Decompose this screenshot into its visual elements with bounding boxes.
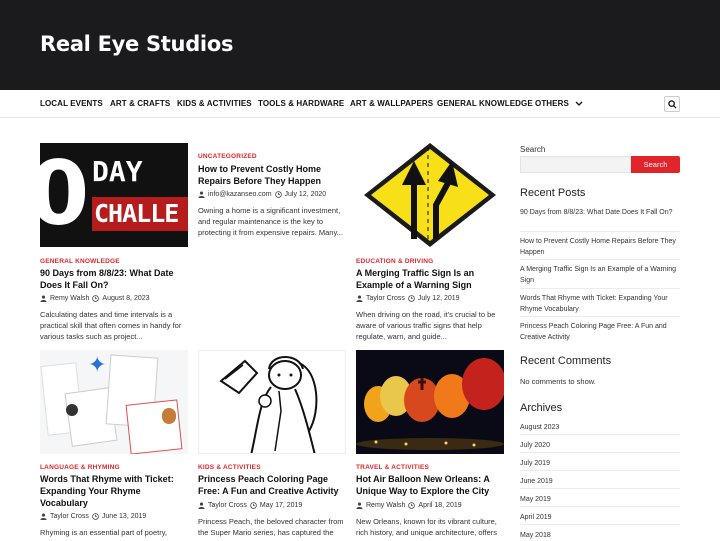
nav-item-others[interactable]: OTHERS — [535, 99, 583, 108]
post-date[interactable]: August 8, 2023 — [102, 295, 149, 302]
post-meta: info@kazanseo.com July 12, 2020 — [198, 191, 326, 198]
post-excerpt: Princess Peach, the beloved character fr… — [198, 517, 344, 537]
post-excerpt: When driving on the road, it's crucial t… — [356, 310, 496, 341]
archive-link[interactable]: May 2018 — [520, 530, 680, 541]
post-date[interactable]: July 12, 2019 — [418, 295, 460, 302]
post-meta: Remy Walsh August 8, 2023 — [40, 295, 150, 302]
post-thumbnail[interactable] — [198, 350, 346, 454]
clock-icon — [92, 513, 99, 520]
search-icon — [667, 99, 677, 109]
user-icon — [356, 295, 363, 302]
post-title[interactable]: 90 Days from 8/8/23: What Date Does It F… — [40, 267, 190, 291]
post-author[interactable]: Remy Walsh — [366, 502, 405, 509]
post-date[interactable]: July 12, 2020 — [285, 191, 327, 198]
clock-icon — [250, 502, 257, 509]
user-icon — [198, 502, 205, 509]
post-category[interactable]: LANGUAGE & RHYMING — [40, 464, 120, 471]
site-header: Real Eye Studios — [0, 0, 720, 90]
star-icon: ✦ — [88, 352, 107, 377]
main-navigation: LOCAL EVENTS ART & CRAFTS KIDS & ACTIVIT… — [0, 90, 720, 118]
post-date[interactable]: June 13, 2019 — [102, 513, 146, 520]
recent-post-link[interactable]: Words That Rhyme with Ticket: Expanding … — [520, 293, 680, 315]
post-title[interactable]: Princess Peach Coloring Page Free: A Fun… — [198, 473, 348, 497]
archive-link[interactable]: May 2019 — [520, 494, 680, 505]
user-icon — [40, 295, 47, 302]
thumb-challenge: CHALLE — [94, 199, 179, 228]
user-icon — [198, 191, 205, 198]
archive-link[interactable]: July 2019 — [520, 458, 680, 469]
post-title[interactable]: How to Prevent Costly Home Repairs Befor… — [198, 163, 348, 187]
user-icon — [356, 502, 363, 509]
nav-item-general-knowledge[interactable]: GENERAL KNOWLEDGE — [437, 99, 533, 108]
nav-item-others-label: OTHERS — [535, 99, 569, 108]
thumb-day: DAY — [92, 155, 143, 188]
post-title[interactable]: Hot Air Balloon New Orleans: A Unique Wa… — [356, 473, 506, 497]
post-category[interactable]: EDUCATION & DRIVING — [356, 258, 433, 265]
post-author[interactable]: Taylor Cross — [366, 295, 405, 302]
post-meta: Taylor Cross June 13, 2019 — [40, 513, 146, 520]
merge-sign-icon — [364, 143, 496, 247]
recent-posts-heading: Recent Posts — [520, 187, 586, 199]
post-meta: Remy Walsh April 18, 2019 — [356, 502, 462, 509]
recent-comments-heading: Recent Comments — [520, 355, 612, 367]
post-title[interactable]: Words That Rhyme with Ticket: Expanding … — [40, 473, 190, 509]
archive-link[interactable]: June 2019 — [520, 476, 680, 487]
recent-post-link[interactable]: A Merging Traffic Sign Is an Example of … — [520, 264, 680, 286]
site-title[interactable]: Real Eye Studios — [40, 32, 233, 56]
archive-link[interactable]: April 2019 — [520, 512, 680, 523]
post-excerpt: New Orleans, known for its vibrant cultu… — [356, 517, 498, 537]
clock-icon — [408, 502, 416, 509]
thumb-zero: 0 — [40, 143, 90, 245]
clock-icon — [274, 191, 282, 198]
nav-item-local-events[interactable]: LOCAL EVENTS — [40, 99, 103, 108]
archive-link[interactable]: August 2023 — [520, 422, 680, 433]
teddy-bear-icon — [162, 408, 176, 424]
archives-heading: Archives — [520, 402, 563, 414]
post-excerpt: Owning a home is a significant investmen… — [198, 206, 343, 237]
post-date[interactable]: April 18, 2019 — [418, 502, 461, 509]
post-meta: Taylor Cross May 17, 2019 — [198, 502, 302, 509]
post-author[interactable]: Remy Walsh — [50, 295, 89, 302]
nav-item-art-wallpapers[interactable]: ART & WALLPAPERS — [350, 99, 433, 108]
recent-post-link[interactable]: 90 Days from 8/8/23: What Date Does It F… — [520, 207, 680, 218]
post-thumbnail[interactable]: 0 DAY CHALLE — [40, 143, 188, 247]
post-meta: Taylor Cross July 12, 2019 — [356, 295, 460, 302]
user-icon — [40, 513, 47, 520]
spider-icon — [66, 404, 78, 416]
chevron-down-icon — [575, 101, 583, 106]
clock-icon — [408, 295, 415, 302]
sidebar-search-input[interactable] — [520, 156, 631, 173]
nav-item-kids-activities[interactable]: KIDS & ACTIVITIES — [177, 99, 252, 108]
clock-icon — [92, 295, 100, 302]
post-author[interactable]: Taylor Cross — [50, 513, 89, 520]
post-author[interactable]: Taylor Cross — [208, 502, 247, 509]
post-date[interactable]: May 17, 2019 — [260, 502, 302, 509]
sidebar-search-button[interactable]: Search — [631, 156, 680, 173]
post-category[interactable]: GENERAL KNOWLEDGE — [40, 258, 120, 265]
post-title[interactable]: A Merging Traffic Sign Is an Example of … — [356, 267, 506, 291]
post-category[interactable]: UNCATEGORIZED — [198, 153, 257, 160]
post-thumbnail[interactable] — [356, 143, 504, 247]
post-excerpt: Rhyming is an essential part of poetry, — [40, 528, 168, 537]
post-excerpt: Calculating dates and time intervals is … — [40, 310, 182, 341]
sidebar-search-label: Search — [520, 145, 546, 154]
post-author[interactable]: info@kazanseo.com — [208, 191, 272, 198]
recent-post-link[interactable]: How to Prevent Costly Home Repairs Befor… — [520, 236, 680, 258]
post-category[interactable]: TRAVEL & ACTIVITIES — [356, 464, 429, 471]
coloring-page-icon — [219, 356, 318, 453]
no-comments-text: No comments to show. — [520, 377, 596, 386]
hot-air-balloon-icon — [356, 350, 504, 454]
nav-item-art-crafts[interactable]: ART & CRAFTS — [110, 99, 170, 108]
nav-item-tools-hardware[interactable]: TOOLS & HARDWARE — [258, 99, 344, 108]
post-thumbnail[interactable] — [356, 350, 504, 454]
recent-post-link[interactable]: Princess Peach Coloring Page Free: A Fun… — [520, 321, 680, 343]
post-thumbnail[interactable]: ✦ — [40, 350, 188, 454]
post-category[interactable]: KIDS & ACTIVITIES — [198, 464, 261, 471]
header-search-button[interactable] — [664, 96, 680, 112]
archive-link[interactable]: July 2020 — [520, 440, 680, 451]
